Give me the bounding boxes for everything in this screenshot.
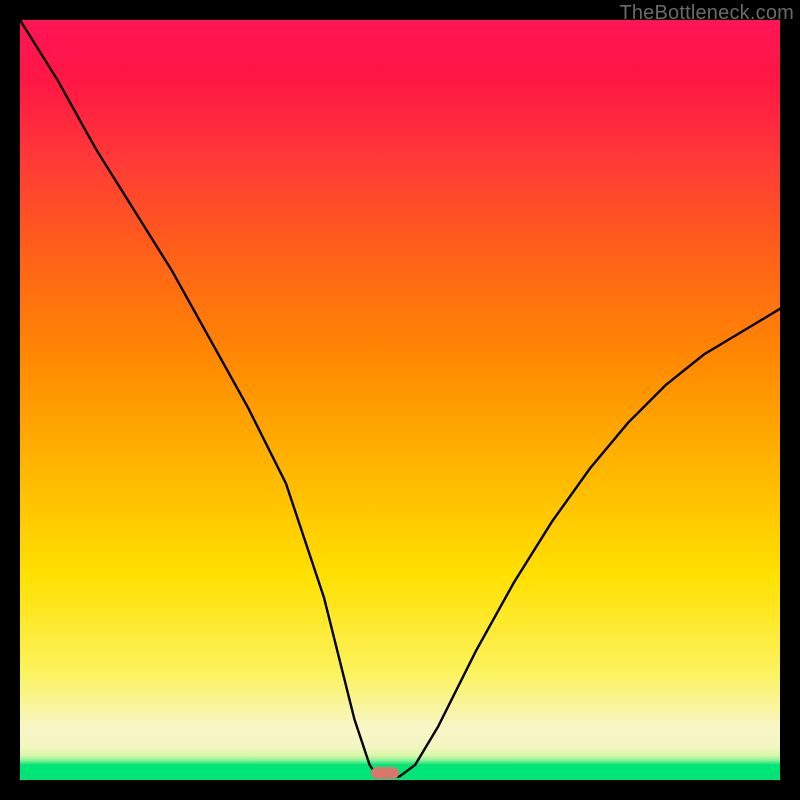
chart-plot-area [20,20,780,780]
bottleneck-curve [20,20,780,780]
optimal-marker [371,767,399,779]
watermark-text: TheBottleneck.com [619,2,794,25]
chart-frame: TheBottleneck.com [0,0,800,800]
